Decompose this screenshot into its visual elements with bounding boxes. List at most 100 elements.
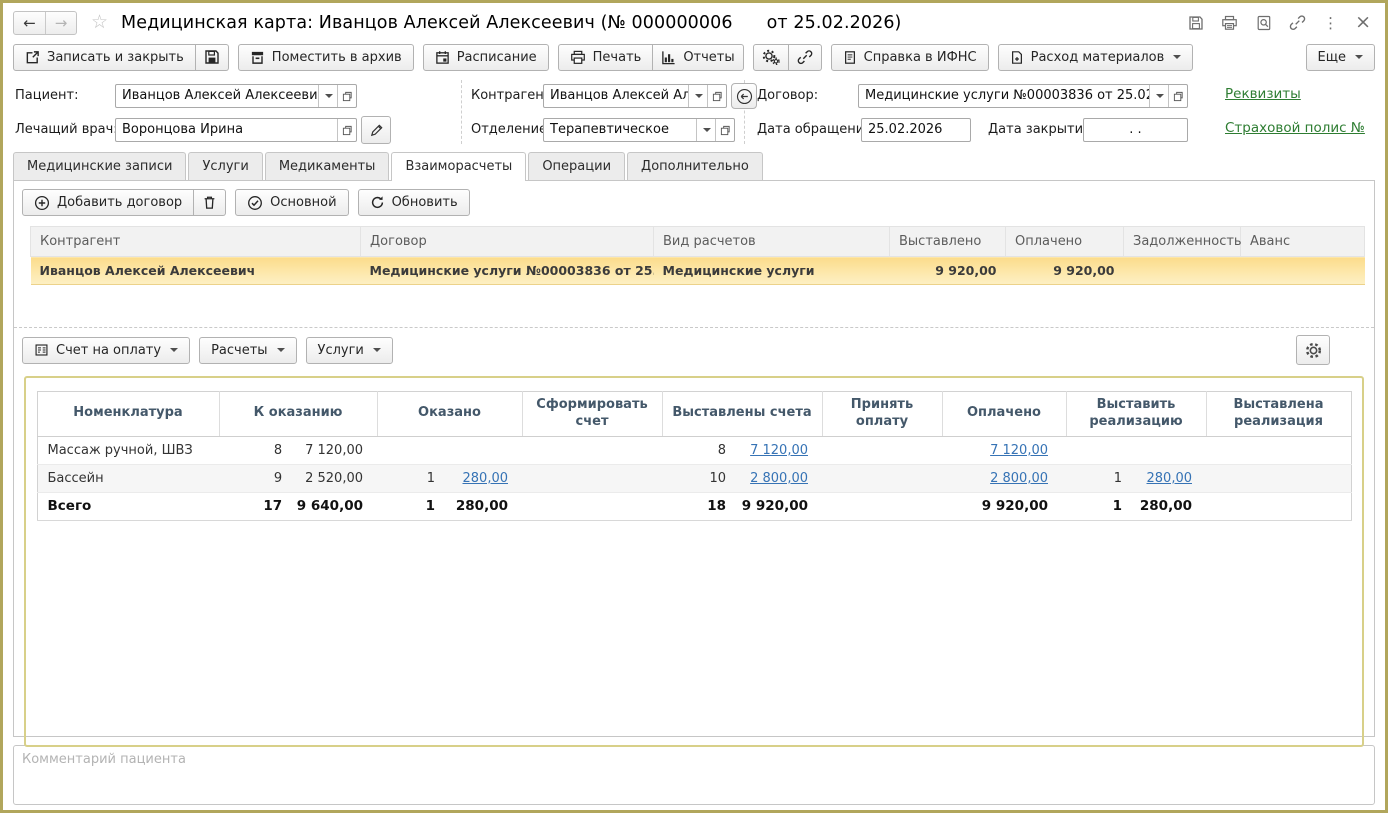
refresh-button[interactable]: Обновить (358, 189, 470, 216)
col-paid[interactable]: Оплачено (942, 392, 1066, 437)
close-date-field[interactable]: . . (1083, 118, 1188, 142)
realized-cell[interactable] (1206, 436, 1351, 464)
cell-advance[interactable] (1241, 257, 1365, 285)
add-contract-button[interactable]: Добавить договор (22, 189, 194, 216)
back-button[interactable]: ← (14, 12, 45, 34)
archive-button[interactable]: Поместить в архив (238, 44, 414, 71)
col-to-provide[interactable]: К оказанию (219, 392, 377, 437)
col-form-invoice[interactable]: Сформировать счет (522, 392, 662, 437)
department-dropdown-button[interactable] (696, 119, 715, 141)
col-paid[interactable]: Оплачено (1006, 227, 1124, 257)
save-close-group: Записать и закрыть (13, 44, 229, 71)
patient-open-button[interactable] (337, 85, 356, 107)
accept-payment-cell[interactable] (822, 464, 942, 492)
doctor-field[interactable]: Воронцова Ирина (115, 118, 357, 142)
print-icon[interactable] (1221, 14, 1238, 31)
col-accept-payment[interactable]: Принять оплату (822, 392, 942, 437)
settlements-row-selected[interactable]: Иванцов Алексей Алексеевич Медицинские у… (31, 257, 1365, 285)
col-billed[interactable]: Выставлено (890, 227, 1006, 257)
save-button[interactable] (196, 44, 229, 71)
col-counterparty[interactable]: Контрагент (31, 227, 361, 257)
service-row-pool[interactable]: Бассейн 92 520,00 1280,00 102 800,00 2 8… (37, 464, 1351, 492)
realized-cell[interactable] (1206, 464, 1351, 492)
col-debt[interactable]: Задолженность (1124, 227, 1241, 257)
contract-field[interactable]: Медицинские услуги №00003836 от 25.02.20… (858, 84, 1188, 108)
settings-gears-button[interactable] (753, 44, 789, 71)
invoiced-sum-link[interactable]: 2 800,00 (750, 471, 808, 486)
contract-open-button[interactable] (1168, 85, 1187, 107)
services-menu-button[interactable]: Услуги (306, 337, 393, 364)
col-contract[interactable]: Договор (361, 227, 654, 257)
tab-medications[interactable]: Медикаменты (265, 152, 390, 180)
doctor-open-button[interactable] (337, 119, 356, 141)
cell-debt[interactable] (1124, 257, 1241, 285)
col-realized[interactable]: Выставлена реализация (1206, 392, 1351, 437)
to-realize-sum-link[interactable]: 280,00 (1147, 471, 1193, 486)
cell-name[interactable]: Массаж ручной, ШВЗ (37, 436, 219, 464)
insurance-policy-link[interactable]: Страховой полис № (1225, 120, 1365, 136)
counterparty-open-button[interactable] (707, 85, 726, 107)
department-field[interactable]: Терапевтическое (543, 118, 735, 142)
gear-icon (1304, 341, 1323, 360)
ifns-reference-button[interactable]: Справка в ИФНС (831, 44, 989, 71)
invoiced-sum-link[interactable]: 7 120,00 (750, 443, 808, 458)
print-button[interactable]: Печать (558, 44, 654, 71)
cell-settlement-type[interactable]: Медицинские услуги (654, 257, 890, 285)
materials-expense-button[interactable]: Расход материалов (998, 44, 1194, 71)
department-open-button[interactable] (715, 119, 734, 141)
cell-paid[interactable]: 9 920,00 (1006, 257, 1124, 285)
forward-button[interactable]: → (45, 12, 76, 34)
accept-payment-cell[interactable] (822, 436, 942, 464)
col-provided[interactable]: Оказано (377, 392, 522, 437)
paid-sum-link[interactable]: 7 120,00 (990, 443, 1048, 458)
form-invoice-cell[interactable] (522, 464, 662, 492)
calculations-button[interactable]: Расчеты (199, 337, 296, 364)
save-and-close-button[interactable]: Записать и закрыть (13, 44, 196, 71)
more-button[interactable]: Еще (1306, 44, 1375, 71)
contract-dropdown-button[interactable] (1149, 85, 1168, 107)
form-invoice-cell[interactable] (522, 436, 662, 464)
patient-comment-input[interactable] (13, 745, 1375, 805)
col-to-realize[interactable]: Выставить реализацию (1066, 392, 1206, 437)
counterparty-value: Иванцов Алексей Алексеевич (544, 85, 688, 107)
tab-bar: Медицинские записи Услуги Медикаменты Вз… (3, 152, 1385, 180)
col-advance[interactable]: Аванс (1241, 227, 1365, 257)
attach-link-button[interactable] (789, 44, 822, 71)
col-settlement-type[interactable]: Вид расчетов (654, 227, 890, 257)
main-contract-button[interactable]: Основной (235, 189, 348, 216)
patient-dropdown-button[interactable] (318, 85, 337, 107)
invoice-button[interactable]: Счет на оплату (22, 337, 190, 364)
delete-contract-button[interactable] (194, 189, 226, 216)
reports-button[interactable]: Отчеты (653, 44, 743, 71)
requisites-link[interactable]: Реквизиты (1225, 86, 1301, 102)
cell-contract[interactable]: Медицинские услуги №00003836 от 25.02.20… (361, 257, 654, 285)
service-row-massage[interactable]: Массаж ручной, ШВЗ 87 120,00 87 120,00 7… (37, 436, 1351, 464)
cell-name[interactable]: Бассейн (37, 464, 219, 492)
more-menu-icon[interactable]: ⋮ (1323, 14, 1338, 32)
col-invoiced[interactable]: Выставлены счета (662, 392, 822, 437)
edit-doctor-button[interactable] (361, 116, 391, 144)
tab-medical-records[interactable]: Медицинские записи (13, 152, 186, 180)
sync-counterparty-button[interactable] (731, 83, 757, 109)
cell-billed[interactable]: 9 920,00 (890, 257, 1006, 285)
col-nomenclature[interactable]: Номенклатура (37, 392, 219, 437)
paid-sum-link[interactable]: 2 800,00 (990, 471, 1048, 486)
counterparty-field[interactable]: Иванцов Алексей Алексеевич (543, 84, 727, 108)
counterparty-dropdown-button[interactable] (688, 85, 707, 107)
tab-additional[interactable]: Дополнительно (627, 152, 763, 180)
save-icon[interactable] (1187, 14, 1204, 31)
schedule-button[interactable]: Расписание (423, 44, 549, 71)
link-icon[interactable] (1289, 14, 1306, 31)
provided-sum-link[interactable]: 280,00 (463, 471, 509, 486)
close-icon[interactable]: × (1355, 13, 1371, 32)
tab-settlements[interactable]: Взаиморасчеты (391, 152, 526, 180)
visit-date-field[interactable]: 25.02.2026 (861, 118, 971, 142)
tab-operations[interactable]: Операции (528, 152, 625, 180)
department-label: Отделение: (471, 118, 551, 142)
favorite-star-icon[interactable]: ☆ (91, 13, 108, 32)
tab-services[interactable]: Услуги (188, 152, 262, 180)
patient-field[interactable]: Иванцов Алексей Алексеевич (115, 84, 357, 108)
cell-counterparty[interactable]: Иванцов Алексей Алексеевич (31, 257, 361, 285)
table-settings-button[interactable] (1296, 335, 1330, 365)
preview-icon[interactable] (1255, 14, 1272, 31)
